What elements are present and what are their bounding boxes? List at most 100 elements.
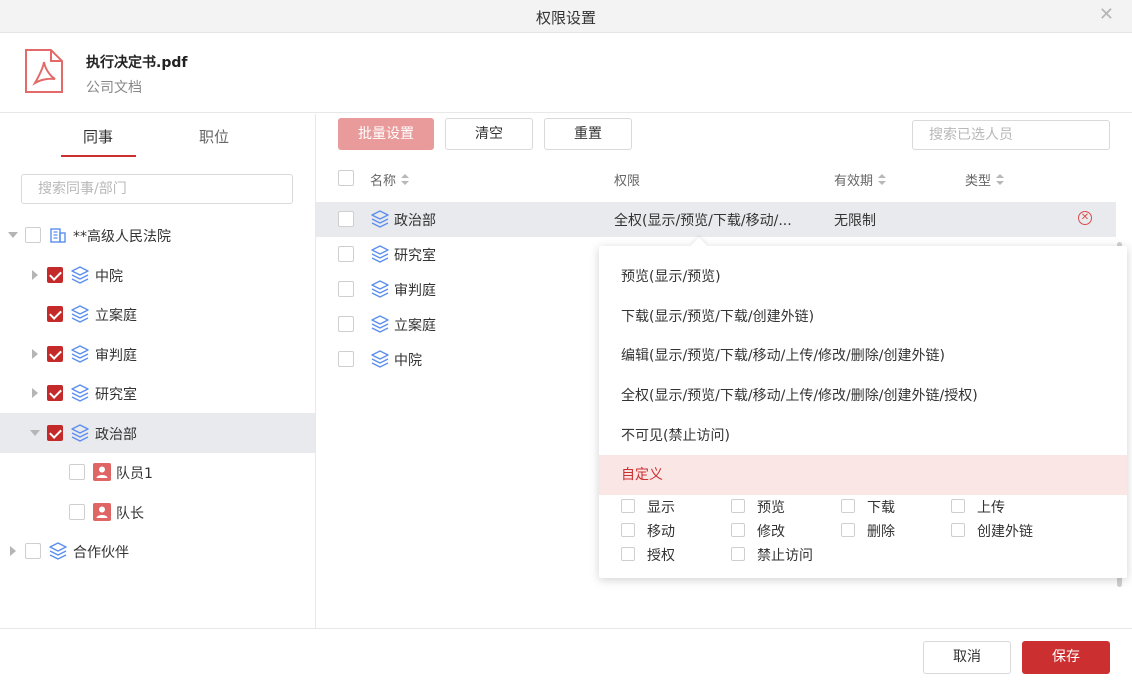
permission-popup: 预览(显示/预览) 下载(显示/预览/下载/创建外链) 编辑(显示/预览/下载/… [599,237,1127,578]
permission-option-custom[interactable]: 自定义 [599,455,1127,495]
tree-item-zhengzhibu[interactable]: 政治部 [0,413,315,453]
left-panel: 同事 职位 **高级人民法院 中院 立案庭 [0,114,316,628]
clear-button[interactable]: 清空 [445,118,533,150]
row-name: 审判庭 [394,283,436,299]
row-checkbox[interactable] [338,246,354,262]
select-all-checkbox[interactable] [338,170,354,186]
caret-right-icon[interactable] [32,388,38,398]
row-name: 中院 [394,353,422,369]
sort-icon[interactable] [401,174,410,186]
tree-item-label: 研究室 [95,387,137,403]
cancel-button[interactable]: 取消 [923,641,1011,674]
custom-checkbox-move[interactable] [621,523,635,537]
custom-checkbox-preview[interactable] [731,499,745,513]
layers-icon [371,350,389,368]
caret-right-icon[interactable] [32,270,38,280]
layers-icon [371,280,389,298]
tree-item-label: 合作伙伴 [73,545,129,561]
custom-checkbox-show[interactable] [621,499,635,513]
tree-item-zhongyuan[interactable]: 中院 [0,255,315,295]
caret-down-icon[interactable] [30,430,40,436]
tab-colleagues[interactable]: 同事 [83,126,113,147]
permission-option-edit[interactable]: 编辑(显示/预览/下载/移动/上传/修改/删除/创建外链) [599,336,1127,376]
dialog-titlebar: 权限设置 ✕ [0,0,1132,33]
column-header-type[interactable]: 类型 [965,170,1005,189]
row-checkbox[interactable] [338,351,354,367]
permission-option-invisible[interactable]: 不可见(禁止访问) [599,416,1127,456]
layers-icon [71,266,89,284]
custom-checkbox-create-link[interactable] [951,523,965,537]
tree-item-partner[interactable]: 合作伙伴 [0,531,315,571]
custom-label: 预览 [757,500,785,516]
tree-item-lianting[interactable]: 立案庭 [0,294,315,334]
permission-option-download[interactable]: 下载(显示/预览/下载/创建外链) [599,297,1127,337]
custom-label: 下载 [867,500,895,516]
sort-icon[interactable] [878,174,887,186]
batch-set-button[interactable]: 批量设置 [338,118,434,150]
tree-checkbox[interactable] [47,306,63,322]
tree-item-court[interactable]: **高级人民法院 [0,215,315,255]
custom-checkbox-modify[interactable] [731,523,745,537]
column-header-permission: 权限 [614,170,640,189]
custom-checkbox-deny-access[interactable] [731,547,745,561]
row-validity[interactable]: 无限制 [834,210,876,230]
person-icon [93,463,111,481]
layers-icon [71,384,89,402]
custom-label: 上传 [977,500,1005,516]
custom-checkbox-authorize[interactable] [621,547,635,561]
file-category: 公司文档 [86,80,142,96]
row-name: 政治部 [394,213,436,229]
caret-right-icon[interactable] [32,349,38,359]
file-header: 执行决定书.pdf 公司文档 [0,33,1132,113]
layers-icon [371,245,389,263]
custom-checkbox-download[interactable] [841,499,855,513]
tree-checkbox[interactable] [69,464,85,480]
sort-icon[interactable] [996,174,1005,186]
column-header-label: 有效期 [834,174,874,189]
custom-label: 删除 [867,524,895,540]
custom-label: 授权 [647,548,675,564]
permission-option-full[interactable]: 全权(显示/预览/下载/移动/上传/修改/删除/创建外链/授权) [599,376,1127,416]
column-header-name[interactable]: 名称 [370,170,410,189]
tree-item-member1[interactable]: 队员1 [0,452,315,492]
permission-dropdown[interactable]: 全权(显示/预览/下载/移动/... [614,210,792,230]
tree-checkbox[interactable] [25,227,41,243]
caret-right-icon[interactable] [10,546,16,556]
tree-item-label: 立案庭 [95,308,137,324]
tree-checkbox[interactable] [69,504,85,520]
tree-item-captain[interactable]: 队长 [0,492,315,532]
search-colleague-input[interactable] [21,174,293,204]
close-icon[interactable]: ✕ [1099,6,1114,24]
caret-down-icon[interactable] [8,232,18,238]
dialog-title: 权限设置 [535,9,596,27]
row-checkbox[interactable] [338,211,354,227]
tree-checkbox[interactable] [47,267,63,283]
tree-item-yanjiushi[interactable]: 研究室 [0,373,315,413]
tab-positions[interactable]: 职位 [199,126,229,147]
tree-item-shenpanting[interactable]: 审判庭 [0,334,315,374]
tree-item-label: 政治部 [95,427,137,443]
person-icon [93,503,111,521]
dialog-footer: 取消 保存 [0,628,1132,684]
custom-label: 移动 [647,524,675,540]
custom-checkbox-delete[interactable] [841,523,855,537]
tree-checkbox[interactable] [47,346,63,362]
permission-option-preview[interactable]: 预览(显示/预览) [599,257,1127,297]
column-header-label: 权限 [614,174,641,189]
layers-icon [371,315,389,333]
layers-icon [371,210,389,228]
row-name: 研究室 [394,248,436,264]
reset-button[interactable]: 重置 [544,118,632,150]
search-selected-input[interactable] [912,120,1110,150]
table-row[interactable]: 政治部 全权(显示/预览/下载/移动/... 无限制 ✕ [316,202,1116,237]
column-header-validity[interactable]: 有效期 [834,170,887,189]
tree-checkbox[interactable] [47,425,63,441]
remove-icon[interactable]: ✕ [1078,211,1092,225]
tree-checkbox[interactable] [25,543,41,559]
row-checkbox[interactable] [338,316,354,332]
row-checkbox[interactable] [338,281,354,297]
custom-label: 修改 [757,524,785,540]
custom-checkbox-upload[interactable] [951,499,965,513]
tree-checkbox[interactable] [47,385,63,401]
save-button[interactable]: 保存 [1022,641,1110,674]
